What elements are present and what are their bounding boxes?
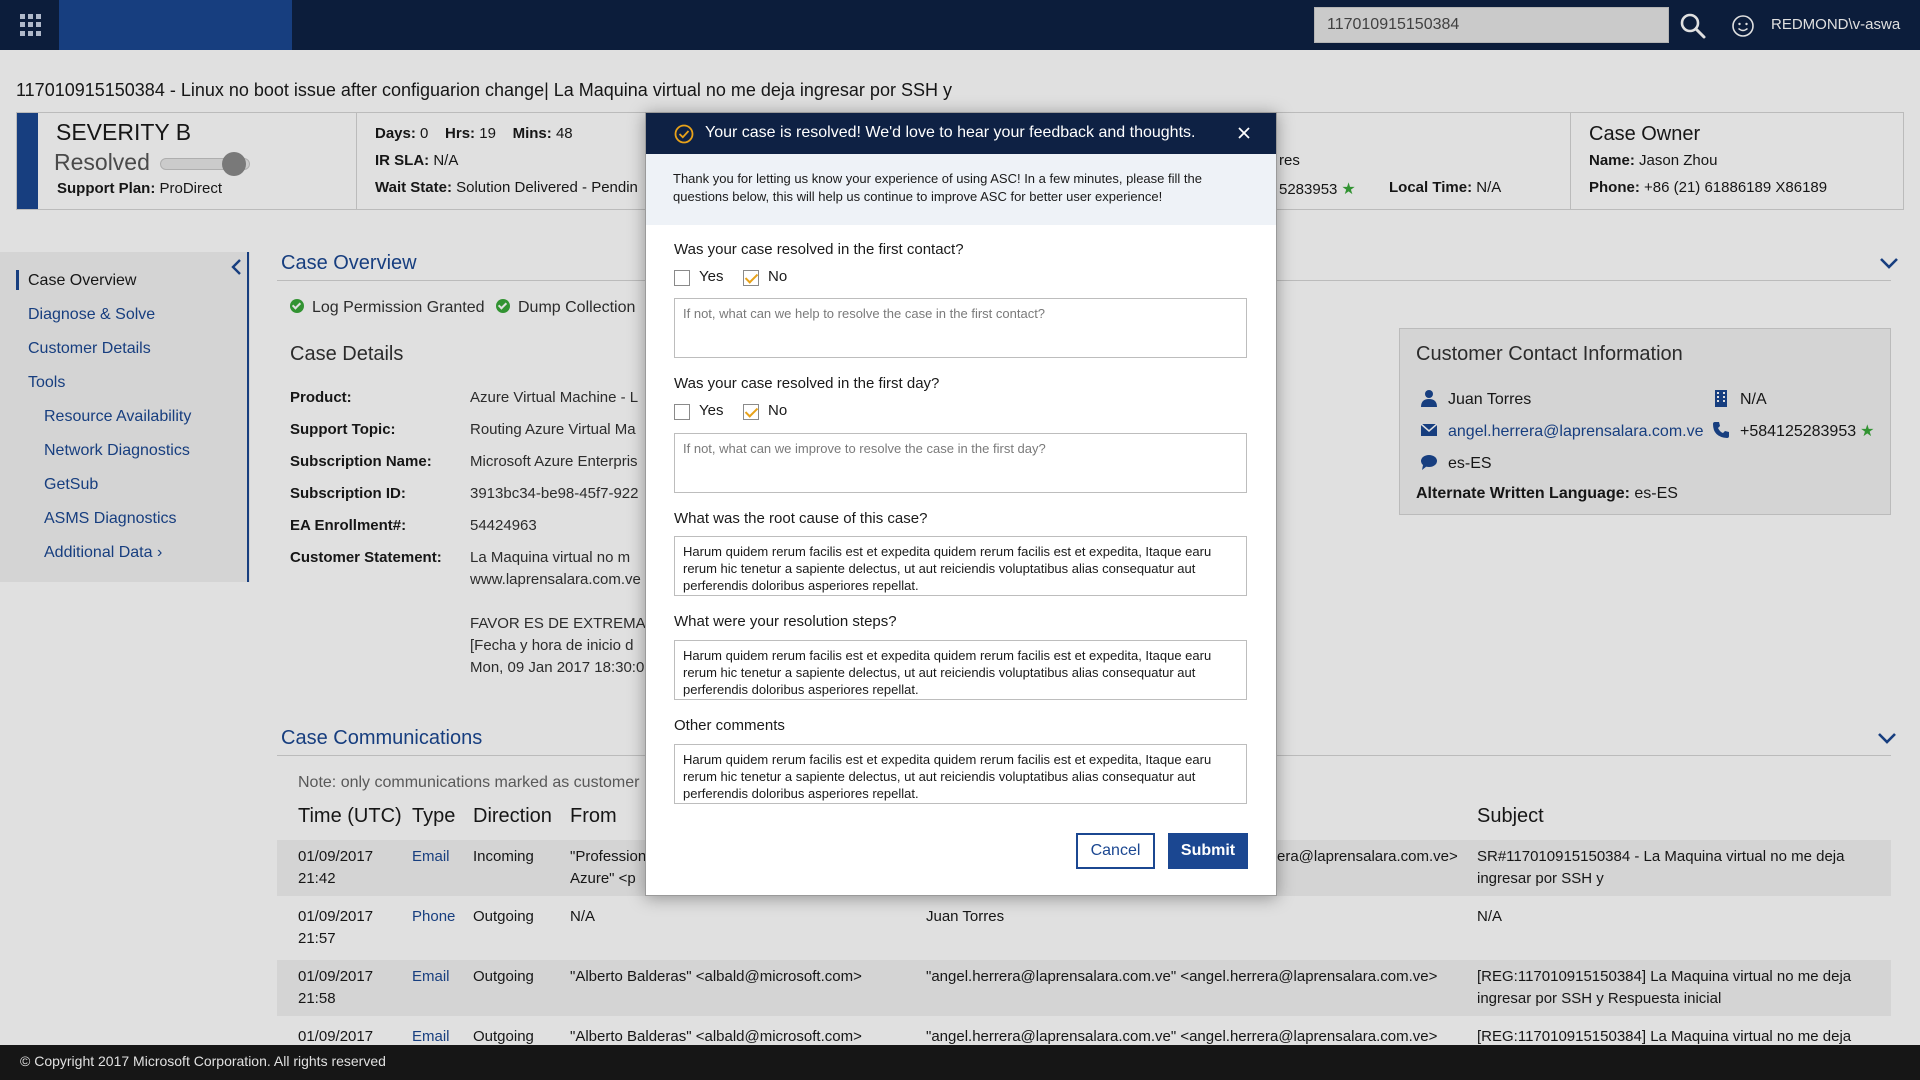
cancel-button[interactable]: Cancel [1076,833,1155,869]
question-root-cause: What was the root cause of this case? [674,510,928,527]
checkbox-label: Yes [699,268,724,285]
checkbox-label: No [768,268,788,285]
question-first-contact: Was your case resolved in the first cont… [674,241,964,258]
dialog-intro: Thank you for letting us know your exper… [646,154,1276,225]
checkbox-first-day-yes[interactable] [674,404,690,420]
dialog-header: Your case is resolved! We'd love to hear… [646,113,1276,154]
checkbox-label: No [768,402,788,419]
check-circle-icon [674,124,694,144]
feedback-dialog: Your case is resolved! We'd love to hear… [645,112,1277,896]
checkbox-first-contact-yes[interactable] [674,270,690,286]
question-other-comments: Other comments [674,717,785,734]
checkbox-first-contact-no[interactable] [743,270,759,286]
other-comments-textarea[interactable]: Harum quidem rerum facilis est et expedi… [674,744,1247,804]
resolution-steps-textarea[interactable]: Harum quidem rerum facilis est et expedi… [674,640,1247,700]
question-resolution-steps: What were your resolution steps? [674,613,897,630]
submit-button[interactable]: Submit [1168,833,1248,869]
dialog-title: Your case is resolved! We'd love to hear… [705,124,1196,141]
checkbox-first-day-no[interactable] [743,404,759,420]
close-icon[interactable] [1234,123,1254,143]
first-day-textarea[interactable]: If not, what can we improve to resolve t… [674,433,1247,493]
first-contact-textarea[interactable]: If not, what can we help to resolve the … [674,298,1247,358]
question-first-day: Was your case resolved in the first day? [674,375,940,392]
checkbox-label: Yes [699,402,724,419]
root-cause-textarea[interactable]: Harum quidem rerum facilis est et expedi… [674,536,1247,596]
